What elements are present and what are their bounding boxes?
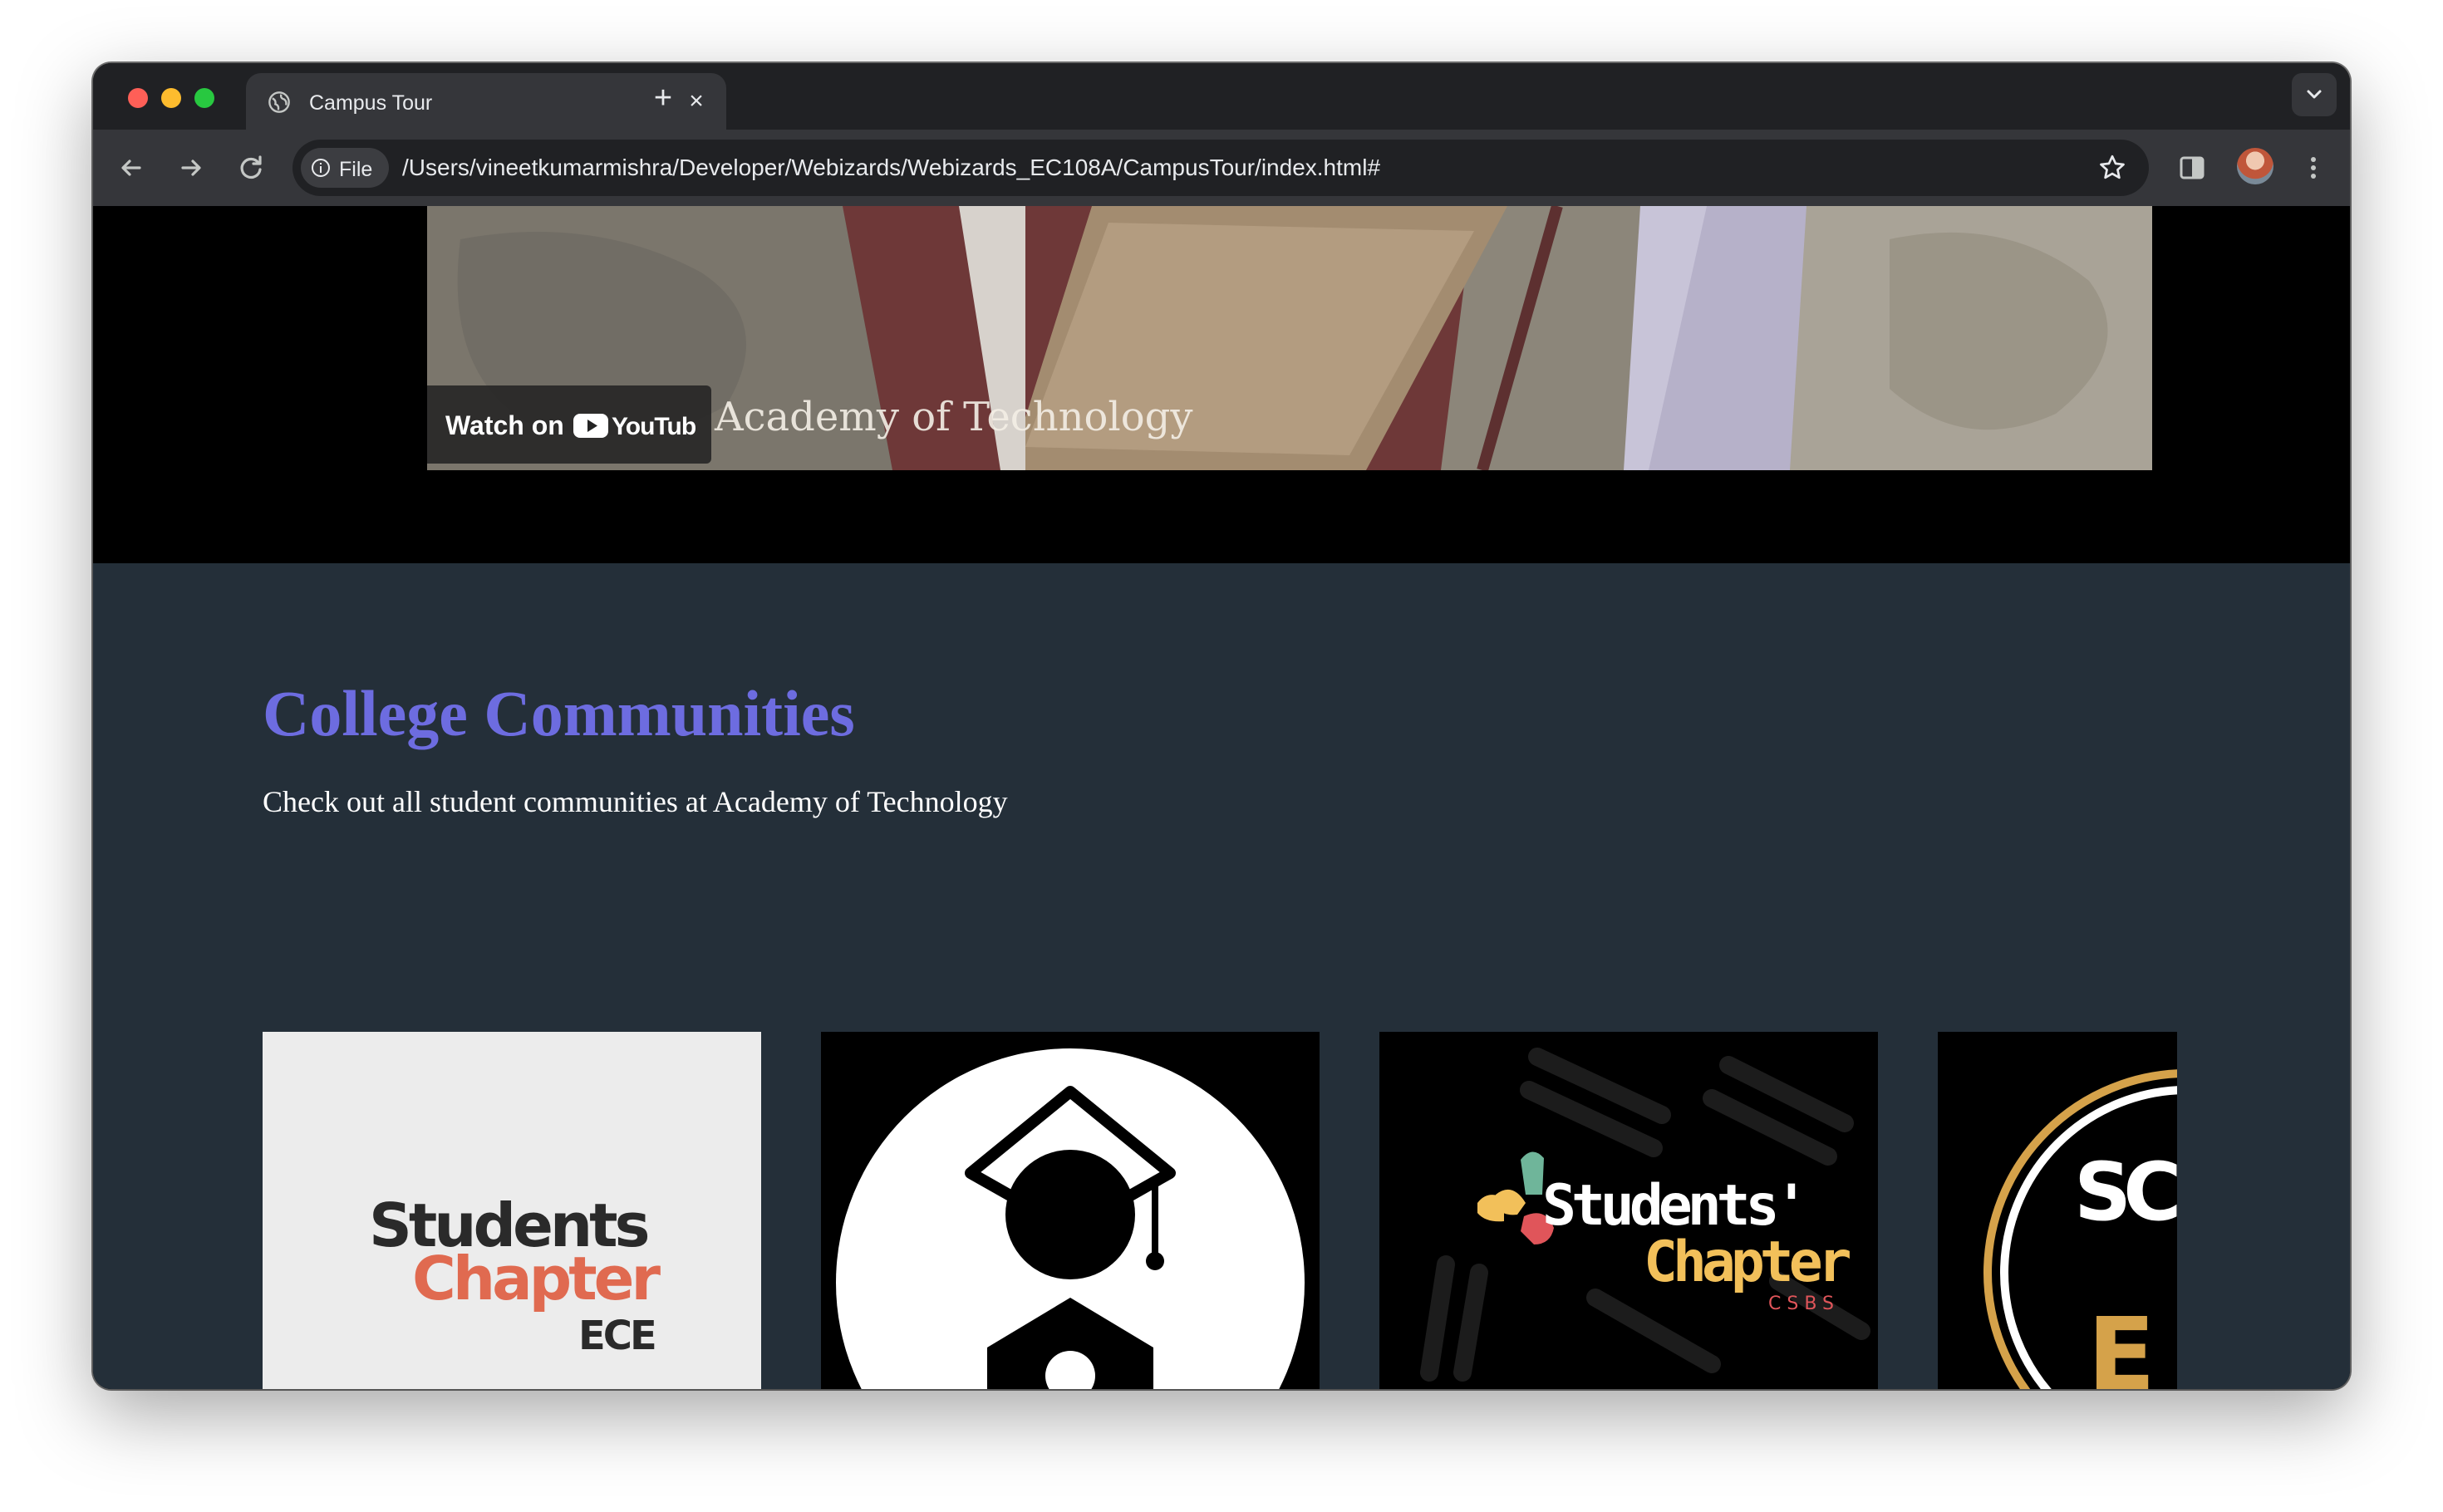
card-students-chapter-ece[interactable]: Students Chapter ECE: [263, 1032, 761, 1389]
forward-arrow-icon[interactable]: [173, 150, 209, 186]
close-window-button[interactable]: [128, 88, 148, 108]
back-arrow-icon[interactable]: [113, 150, 150, 186]
graduation-cap-icon: [836, 1048, 1305, 1389]
card-graduate-community[interactable]: [821, 1032, 1320, 1389]
college-communities-section: College Communities Check out all studen…: [93, 563, 2350, 1389]
ece-logo-line2: Chapter: [412, 1244, 661, 1313]
watch-label: Watch on: [445, 410, 564, 440]
bookmark-star-icon[interactable]: [2097, 153, 2127, 183]
minimize-window-button[interactable]: [161, 88, 181, 108]
ece-logo-line3: ECE: [578, 1313, 655, 1359]
toolbar: File /Users/vineetkumarmishra/Developer/…: [93, 130, 2350, 206]
maximize-window-button[interactable]: [194, 88, 214, 108]
globe-icon: [268, 91, 290, 113]
avatar[interactable]: [2237, 148, 2273, 184]
url-text[interactable]: /Users/vineetkumarmishra/Developer/Webiz…: [402, 155, 1380, 181]
tab-search-button[interactable]: [2292, 73, 2337, 116]
section-subtitle: Check out all student communities at Aca…: [263, 785, 1008, 818]
chevron-down-icon: [2307, 90, 2322, 99]
csbs-logo-line3: CSBS: [1768, 1294, 1840, 1314]
sc-logo-letters: SC: [2074, 1146, 2177, 1239]
tab-strip: Campus Tour × +: [93, 63, 2350, 130]
svg-text:YouTube: YouTube: [612, 413, 696, 440]
card-students-chapter-csbs[interactable]: Students' Chapter CSBS: [1379, 1032, 1878, 1389]
close-icon[interactable]: ×: [681, 86, 711, 116]
side-panel-icon[interactable]: [2174, 150, 2210, 186]
reload-icon[interactable]: [233, 150, 269, 186]
site-info-chip[interactable]: File: [301, 148, 389, 188]
video-caption: Academy of Technology: [715, 394, 1193, 440]
section-heading: College Communities: [263, 677, 855, 749]
video-section: Academy of Technology Watch on YouTube: [93, 206, 2350, 563]
csbs-logo-line2: Chapter: [1644, 1230, 1851, 1295]
embedded-video[interactable]: Academy of Technology Watch on YouTube: [427, 206, 2152, 470]
more-menu-icon[interactable]: [2295, 150, 2332, 186]
info-icon: [312, 159, 330, 177]
tab-title: Campus Tour: [309, 91, 433, 115]
scheme-label: File: [339, 158, 373, 181]
sc-logo: SC E: [1983, 1069, 2177, 1389]
sc-logo-letter-e: E: [2087, 1298, 2155, 1389]
youtube-logo-icon: YouTube: [573, 413, 696, 440]
students-chapter-ece-logo: Students Chapter ECE: [369, 1190, 664, 1359]
address-bar[interactable]: File /Users/vineetkumarmishra/Developer/…: [292, 140, 2149, 196]
browser-window: Campus Tour × + File /Users/vineetkumarm…: [93, 63, 2350, 1389]
page-viewport: Academy of Technology Watch on YouTube C…: [93, 206, 2350, 1389]
plus-icon[interactable]: +: [645, 80, 681, 116]
card-sc-partial[interactable]: SC E: [1938, 1032, 2177, 1389]
watch-on-youtube-button[interactable]: Watch on YouTube: [427, 385, 711, 464]
students-chapter-csbs-logo: Students' Chapter CSBS: [1420, 1048, 1870, 1382]
